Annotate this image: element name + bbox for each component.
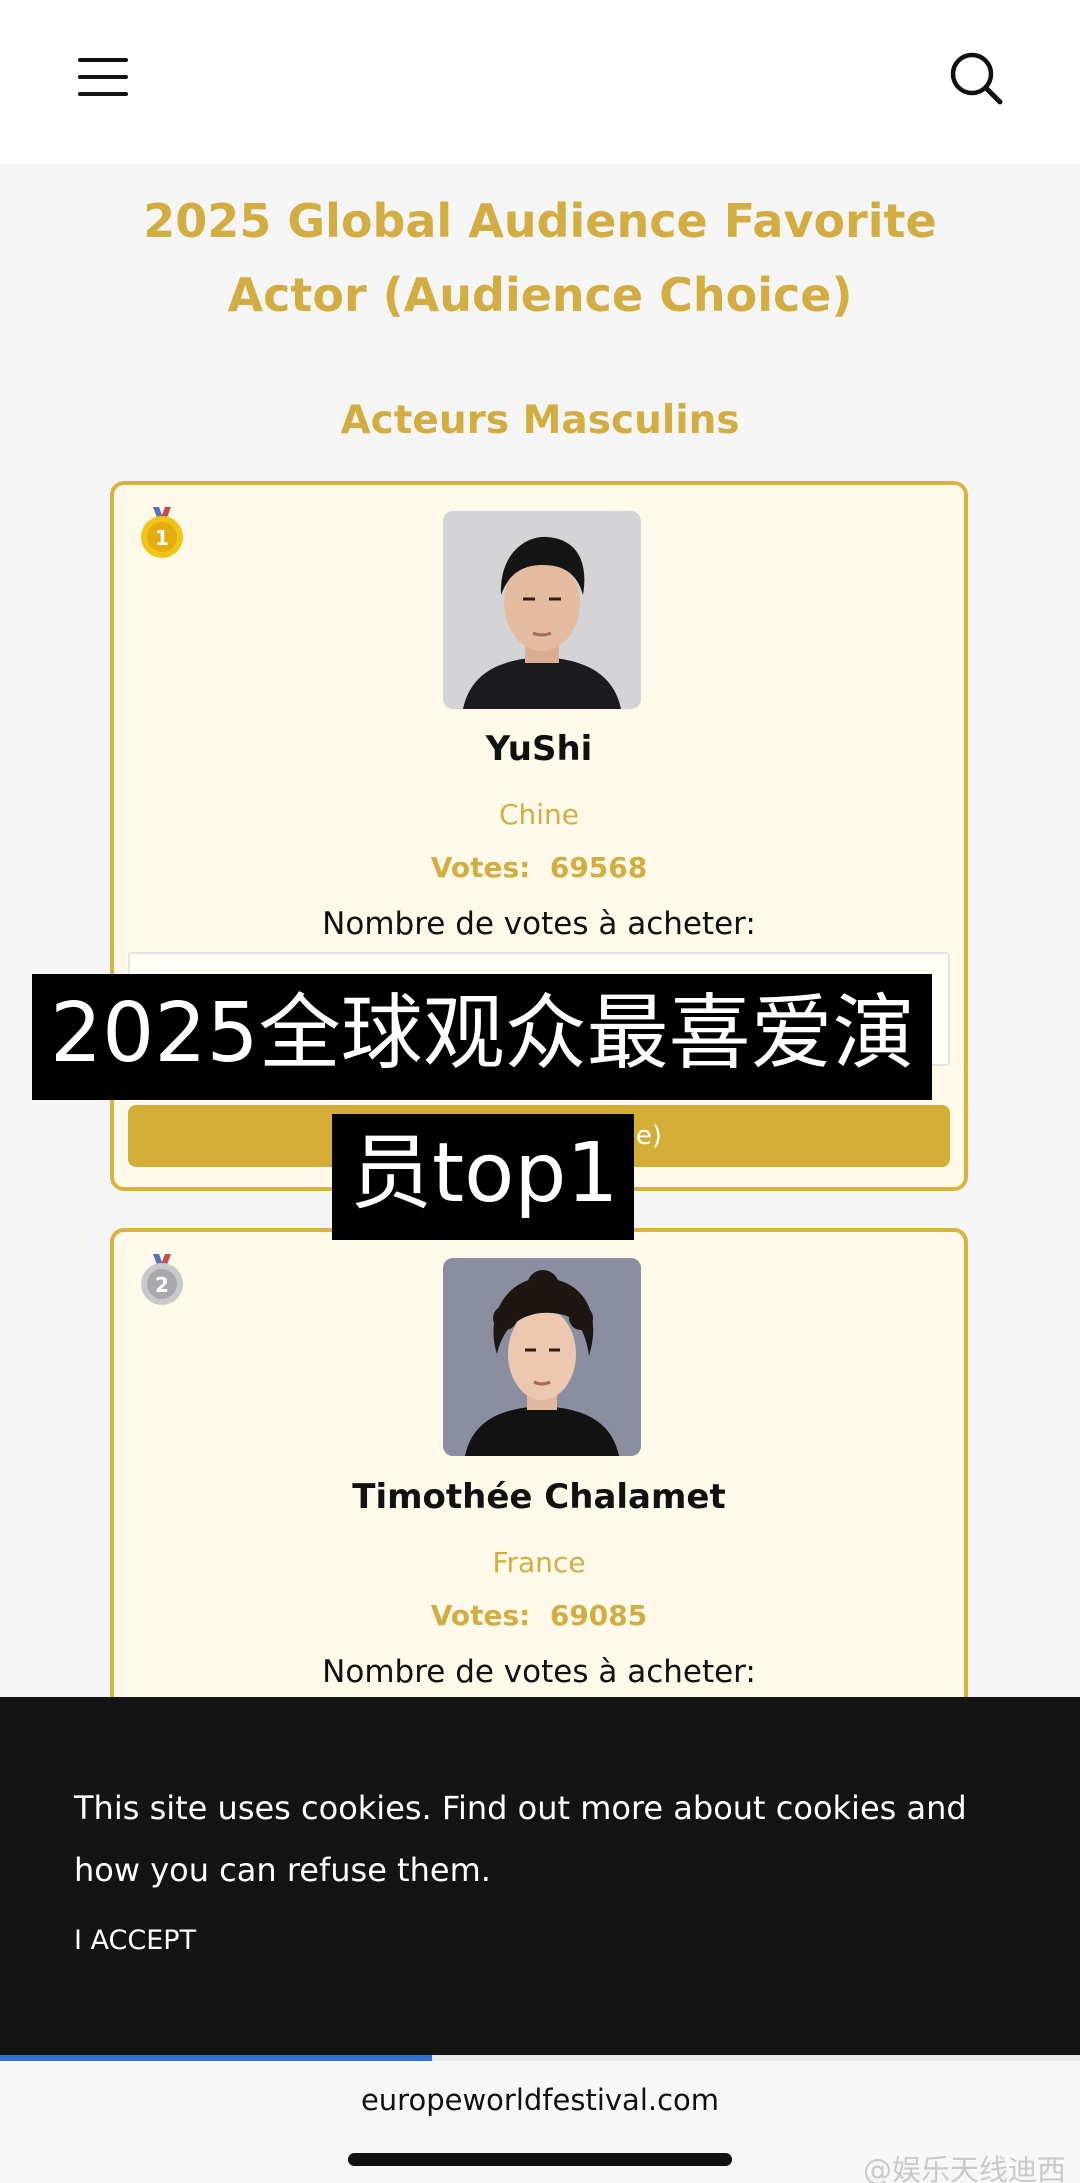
home-indicator[interactable] <box>348 2153 732 2166</box>
vote-count: Votes: 69085 <box>114 1599 964 1632</box>
medal-rank: 1 <box>155 526 169 550</box>
overlay-caption-line-2: 员top1 <box>332 1114 634 1240</box>
votes-to-buy-label: Nombre de votes à acheter: <box>322 1654 756 1690</box>
weibo-watermark: @娱乐天线迪西 <box>862 2153 1066 2183</box>
votes-value: 69568 <box>549 851 648 884</box>
actor-country: Chine <box>498 798 580 831</box>
actor-photo <box>443 1258 641 1456</box>
hamburger-menu-icon[interactable] <box>78 58 128 96</box>
vote-count: Votes: 69568 <box>114 851 964 884</box>
actor-photo <box>443 511 641 709</box>
browser-bottom-bar: europeworldfestival.com @娱乐天线迪西 <box>0 2061 1080 2183</box>
page-title: 2025 Global Audience Favorite Actor (Aud… <box>60 184 1020 332</box>
search-icon[interactable] <box>948 50 1004 106</box>
actor-name: YuShi <box>485 729 593 769</box>
overlay-caption-line-1: 2025全球观众最喜爱演 <box>32 974 932 1100</box>
medal-rank: 2 <box>155 1273 169 1297</box>
actor-name: Timothée Chalamet <box>352 1477 726 1517</box>
address-bar-url[interactable]: europeworldfestival.com <box>0 2083 1080 2117</box>
votes-label: Votes: <box>430 1599 531 1632</box>
accept-cookies-button[interactable]: I ACCEPT <box>74 1925 196 1956</box>
votes-to-buy-label: Nombre de votes à acheter: <box>322 906 756 942</box>
gold-medal-icon: 1 <box>134 505 190 561</box>
votes-label: Votes: <box>430 851 531 884</box>
site-header <box>0 0 1080 164</box>
votes-value: 69085 <box>549 1599 648 1632</box>
section-title: Acteurs Masculins <box>340 398 740 443</box>
silver-medal-icon: 2 <box>134 1252 190 1308</box>
cookie-banner: This site uses cookies. Find out more ab… <box>0 1697 1080 2055</box>
page-title-line-2: Actor (Audience Choice) <box>227 268 853 322</box>
actor-country: France <box>492 1546 586 1579</box>
vote-button-label: e) <box>635 1121 663 1151</box>
page-title-line-1: 2025 Global Audience Favorite <box>143 194 937 248</box>
cookie-notice-text: This site uses cookies. Find out more ab… <box>74 1789 967 1889</box>
